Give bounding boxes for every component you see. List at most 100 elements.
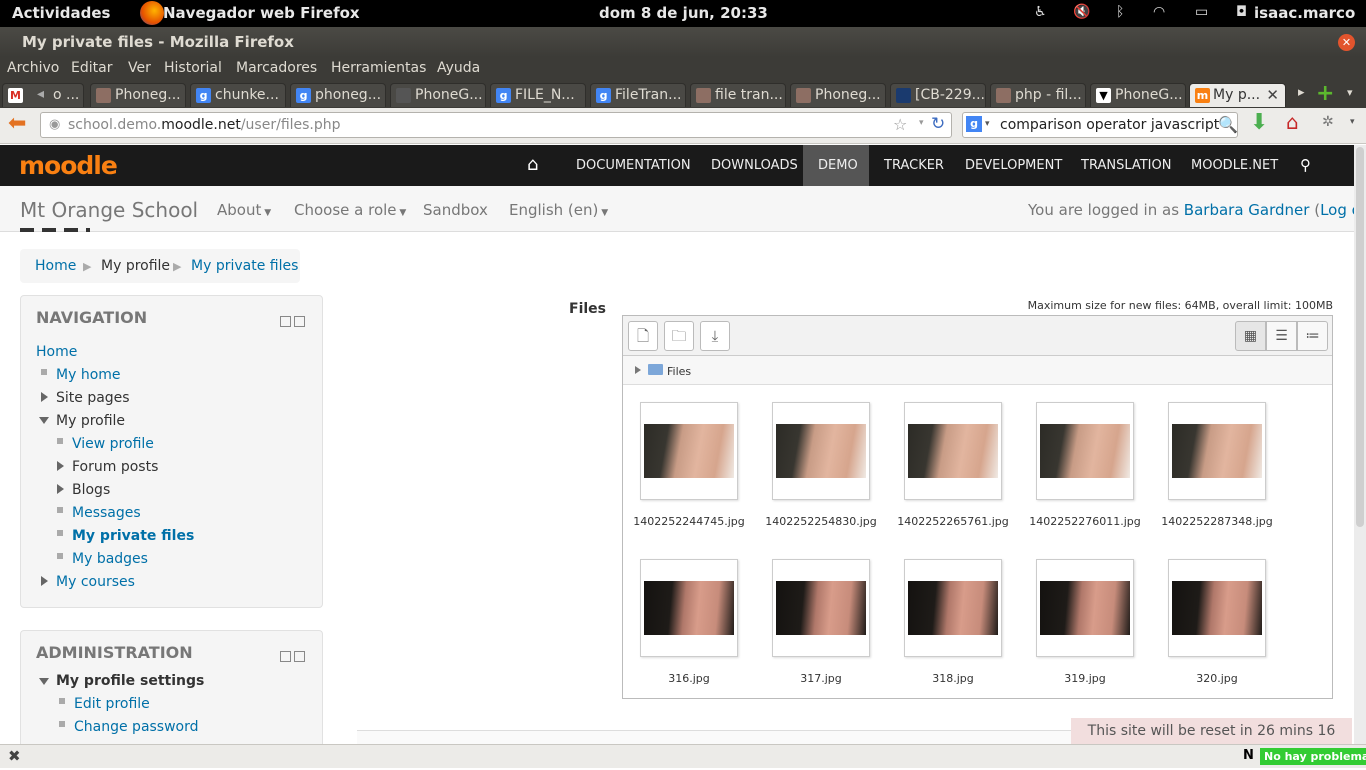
activities-button[interactable]: Actividades: [12, 4, 110, 22]
choose-role-menu[interactable]: Choose a role ▼: [294, 201, 406, 219]
addon-icon[interactable]: ✲: [1322, 114, 1334, 130]
dock-icon[interactable]: [294, 316, 305, 327]
nav-development[interactable]: DEVELOPMENT: [965, 158, 1062, 173]
user-menu[interactable]: isaac.marco: [1254, 4, 1355, 22]
about-menu[interactable]: About ▼: [217, 201, 271, 219]
noscript-icon[interactable]: N: [1243, 748, 1254, 763]
search-go-icon[interactable]: 🔍: [1218, 115, 1238, 134]
file-thumbnail[interactable]: [1036, 559, 1134, 657]
tab-scroll-left-icon[interactable]: ◂: [37, 86, 44, 102]
tab-phonegap-5[interactable]: ▼ PhoneG...: [1090, 83, 1186, 107]
file-thumbnail[interactable]: [904, 559, 1002, 657]
nav-my-badges[interactable]: My badges: [72, 551, 148, 567]
user-profile-link[interactable]: Barbara Gardner: [1184, 201, 1310, 219]
file-thumbnail[interactable]: [1168, 402, 1266, 500]
bluetooth-icon[interactable]: ᛒ: [1116, 4, 1124, 20]
nav-messages[interactable]: Messages: [72, 505, 141, 521]
add-file-icon[interactable]: 🗋: [628, 321, 658, 351]
tab-gmail[interactable]: M ◂ o ...: [2, 83, 84, 107]
url-history-dropdown-icon[interactable]: ▾: [919, 118, 924, 128]
file-thumbnail[interactable]: [772, 559, 870, 657]
search-engine-dropdown-icon[interactable]: ▾: [985, 119, 990, 129]
tab-phonegap-2[interactable]: g phoneg...: [290, 83, 386, 107]
nav-my-courses[interactable]: My courses: [56, 574, 135, 590]
nav-downloads[interactable]: DOWNLOADS: [711, 158, 798, 173]
scrollbar-thumb[interactable]: [1356, 147, 1364, 527]
battery-icon[interactable]: ▭: [1195, 4, 1208, 20]
path-root[interactable]: Files: [667, 365, 691, 378]
expand-icon[interactable]: [635, 366, 641, 374]
file-name[interactable]: 1402252276011.jpg: [1020, 515, 1150, 528]
minimize-icon[interactable]: [280, 316, 291, 327]
nav-tracker[interactable]: TRACKER: [884, 158, 944, 173]
search-icon[interactable]: ⚲: [1300, 156, 1311, 174]
nav-demo[interactable]: DEMO: [818, 158, 858, 173]
nav-translation[interactable]: TRANSLATION: [1081, 158, 1171, 173]
bookmark-star-icon[interactable]: ☆: [893, 115, 907, 134]
app-menu[interactable]: Navegador web Firefox: [163, 4, 360, 22]
file-name[interactable]: 1402252254830.jpg: [756, 515, 886, 528]
tab-phonegap-4[interactable]: Phoneg...: [790, 83, 886, 107]
nav-my-private-files[interactable]: My private files: [72, 528, 194, 544]
admin-change-password[interactable]: Change password: [74, 719, 199, 735]
back-icon[interactable]: ⬅: [8, 111, 26, 136]
language-menu[interactable]: English (en) ▼: [509, 201, 608, 219]
search-input[interactable]: comparison operator javascript: [1000, 117, 1219, 133]
tab-chunked[interactable]: g chunke...: [190, 83, 286, 107]
create-folder-icon[interactable]: 🗀: [664, 321, 694, 351]
nav-my-home[interactable]: My home: [56, 367, 121, 383]
wifi-icon[interactable]: ◠: [1153, 4, 1165, 20]
download-all-icon[interactable]: ⤓: [700, 321, 730, 351]
admin-profile-settings[interactable]: My profile settings: [56, 673, 204, 689]
menu-editar[interactable]: Editar: [71, 60, 112, 76]
file-name[interactable]: 317.jpg: [756, 672, 886, 685]
tab-cb-229[interactable]: [CB-229...: [890, 83, 986, 107]
expand-icon[interactable]: [57, 461, 64, 471]
expand-icon[interactable]: [41, 576, 48, 586]
sandbox-link[interactable]: Sandbox: [423, 201, 488, 219]
nav-site-pages[interactable]: Site pages: [56, 390, 130, 406]
user-status-icon[interactable]: ◘: [1236, 4, 1247, 20]
tab-phonegap-1[interactable]: Phoneg...: [90, 83, 186, 107]
file-thumbnail[interactable]: [1168, 559, 1266, 657]
file-thumbnail[interactable]: [904, 402, 1002, 500]
file-name[interactable]: 1402252287348.jpg: [1152, 515, 1282, 528]
dock-icon[interactable]: [294, 651, 305, 662]
url-bar[interactable]: ◉ school.demo.moodle.net/user/files.php …: [40, 112, 952, 138]
tab-phonegap-3[interactable]: PhoneG...: [390, 83, 486, 107]
file-name[interactable]: 316.jpg: [624, 672, 754, 685]
nav-view-profile[interactable]: View profile: [72, 436, 154, 452]
file-name[interactable]: 1402252265761.jpg: [888, 515, 1018, 528]
collapse-icon[interactable]: [39, 678, 49, 685]
file-thumbnail[interactable]: [1036, 402, 1134, 500]
file-name[interactable]: 1402252244745.jpg: [624, 515, 754, 528]
menu-ayuda[interactable]: Ayuda: [437, 60, 480, 76]
nav-blogs[interactable]: Blogs: [72, 482, 110, 498]
file-name[interactable]: 319.jpg: [1020, 672, 1150, 685]
file-thumbnail[interactable]: [772, 402, 870, 500]
clock[interactable]: dom 8 de jun, 20:33: [599, 4, 768, 22]
tab-filetransfer[interactable]: g FileTran...: [590, 83, 686, 107]
download-icon[interactable]: ⬇: [1250, 110, 1268, 135]
nav-my-profile[interactable]: My profile: [56, 413, 125, 429]
expand-icon[interactable]: [57, 484, 64, 494]
file-thumbnail[interactable]: [640, 402, 738, 500]
tab-file-transfer[interactable]: file tran...: [690, 83, 786, 107]
menu-ver[interactable]: Ver: [128, 60, 151, 76]
page-scrollbar[interactable]: [1354, 145, 1366, 744]
tab-close-icon[interactable]: ✕: [1266, 86, 1279, 104]
view-tree-icon[interactable]: ≔: [1297, 321, 1328, 351]
moodle-logo[interactable]: moodle: [19, 151, 118, 180]
tab-my-private-files[interactable]: m My p... ✕: [1189, 83, 1286, 107]
view-icons-icon[interactable]: ▦: [1235, 321, 1266, 351]
reload-icon[interactable]: ↻: [931, 114, 945, 134]
site-name[interactable]: Mt Orange School: [20, 198, 198, 222]
menu-archivo[interactable]: Archivo: [7, 60, 59, 76]
menu-herramientas[interactable]: Herramientas: [331, 60, 426, 76]
file-name[interactable]: 320.jpg: [1152, 672, 1282, 685]
close-addon-bar-icon[interactable]: ✖: [8, 747, 21, 765]
breadcrumb-home[interactable]: Home: [35, 258, 76, 274]
nav-documentation[interactable]: DOCUMENTATION: [576, 158, 691, 173]
nav-home[interactable]: Home: [36, 344, 77, 360]
admin-edit-profile[interactable]: Edit profile: [74, 696, 150, 712]
